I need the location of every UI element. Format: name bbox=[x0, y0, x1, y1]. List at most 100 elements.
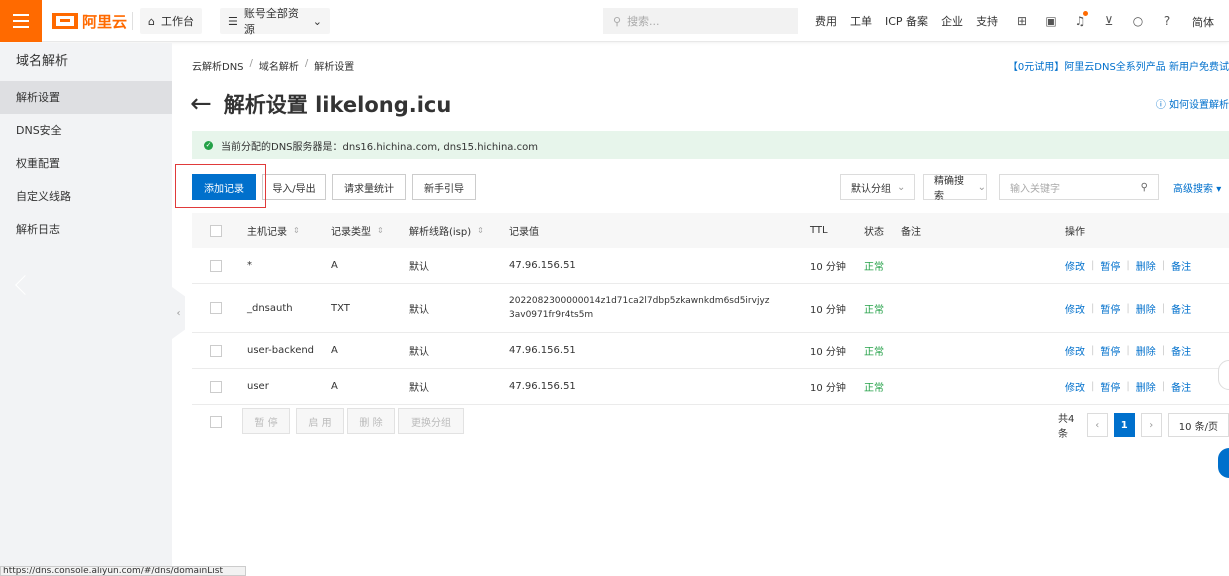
hamburger-menu-icon[interactable] bbox=[0, 0, 42, 42]
dns-server-banner: ✓ 当前分配的DNS服务器是：dns16.hichina.com, dns15.… bbox=[192, 131, 1229, 159]
bulk-select-checkbox[interactable] bbox=[210, 416, 222, 428]
pagination: 共4条 ‹ 1 › 10 条/页 bbox=[1058, 410, 1229, 440]
col-header-type[interactable]: 记录类型 ⇕ bbox=[331, 213, 384, 248]
col-header-remark: 备注 bbox=[901, 227, 921, 238]
link-billing[interactable]: 费用 bbox=[815, 13, 837, 29]
global-search-placeholder: 搜索... bbox=[627, 15, 660, 28]
link-support[interactable]: 支持 bbox=[976, 13, 998, 29]
advanced-search-label: 高级搜索 bbox=[1173, 184, 1213, 195]
cart-icon[interactable]: ⊻ bbox=[1101, 13, 1117, 29]
row-actions: 修改 | 暂停 | 删除 | 备注 bbox=[1065, 333, 1191, 368]
cloud-shell-icon[interactable]: ⊞ bbox=[1014, 13, 1030, 29]
breadcrumb-item-domain-resolution[interactable]: 域名解析 bbox=[259, 58, 299, 73]
cell-line: 默认 bbox=[409, 262, 429, 273]
page-size-select[interactable]: 10 条/页 bbox=[1167, 413, 1229, 437]
bulk-change-group-button[interactable]: 更换分组 bbox=[398, 408, 464, 434]
help-link-label: 如何设置解析 bbox=[1169, 100, 1229, 111]
remark-link[interactable]: 备注 bbox=[1171, 301, 1191, 316]
sidebar-item-custom-lines[interactable]: 自定义线路 bbox=[0, 180, 172, 213]
pause-link[interactable]: 暂停 bbox=[1100, 301, 1120, 316]
page-1-button[interactable]: 1 bbox=[1113, 413, 1135, 437]
aliyun-logo-mark-icon bbox=[52, 13, 78, 29]
global-search-input[interactable]: ⚲ 搜索... bbox=[603, 8, 798, 34]
import-export-button[interactable]: 导入/导出 bbox=[262, 174, 326, 200]
lightbulb-icon[interactable]: ○ bbox=[1130, 13, 1146, 29]
row-checkbox[interactable] bbox=[210, 344, 222, 357]
highlight-box bbox=[175, 164, 266, 208]
chevron-right-icon: › bbox=[1149, 419, 1154, 431]
advanced-search-link[interactable]: 高级搜索 ▾ bbox=[1173, 180, 1221, 195]
pause-link[interactable]: 暂停 bbox=[1100, 379, 1120, 394]
edit-link[interactable]: 修改 bbox=[1065, 258, 1085, 273]
next-page-button[interactable]: › bbox=[1140, 413, 1162, 437]
group-select[interactable]: 默认分组 ⌄ bbox=[840, 174, 915, 200]
search-icon[interactable]: ⚲ bbox=[1141, 182, 1148, 193]
divider: | bbox=[1161, 260, 1166, 271]
bulk-enable-button[interactable]: 启 用 bbox=[296, 408, 344, 434]
remark-link[interactable]: 备注 bbox=[1171, 343, 1191, 358]
search-mode-select[interactable]: 精确搜索 ⌄ bbox=[923, 174, 987, 202]
select-all-checkbox[interactable] bbox=[210, 224, 222, 237]
record-toolbar: 添加记录 导入/导出 请求量统计 新手引导 默认分组 ⌄ 精确搜索 ⌄ 输入关键… bbox=[192, 174, 1229, 202]
col-header-host[interactable]: 主机记录 ⇕ bbox=[247, 213, 300, 248]
table-row: user A 默认 47.96.156.51 10 分钟 正常 修改 | 暂停 | … bbox=[192, 369, 1229, 405]
chevron-down-icon: ⌄ bbox=[897, 181, 906, 193]
sidebar-item-resolution-settings[interactable]: 解析设置 bbox=[0, 81, 172, 114]
edit-link[interactable]: 修改 bbox=[1065, 343, 1085, 358]
divider: | bbox=[1091, 260, 1095, 271]
pause-link[interactable]: 暂停 bbox=[1100, 258, 1120, 273]
promo-link[interactable]: 【0元试用】阿里云DNS全系列产品 新用户免费试 bbox=[1008, 58, 1229, 73]
keyword-search-input[interactable]: 输入关键字 ⚲ bbox=[999, 174, 1159, 200]
beginner-guide-button[interactable]: 新手引导 bbox=[412, 174, 476, 200]
browser-status-url: https://dns.console.aliyun.com/#/dns/dom… bbox=[0, 566, 246, 576]
bulk-delete-button[interactable]: 删 除 bbox=[347, 408, 395, 434]
divider: | bbox=[1126, 381, 1130, 392]
edit-link[interactable]: 修改 bbox=[1065, 301, 1085, 316]
cell-host: user-backend bbox=[247, 345, 315, 356]
prev-page-button[interactable]: ‹ bbox=[1086, 413, 1108, 437]
cell-type: A bbox=[331, 260, 338, 271]
row-checkbox[interactable] bbox=[210, 259, 222, 272]
link-icp[interactable]: ICP 备案 bbox=[885, 13, 928, 29]
resource-selector[interactable]: ☰ 账号全部资源 ⌄ bbox=[220, 7, 330, 36]
link-ticket[interactable]: 工单 bbox=[850, 13, 872, 29]
breadcrumb-item-cloud-dns[interactable]: 云解析DNS bbox=[192, 58, 244, 73]
help-link[interactable]: ⓘ 如何设置解析 bbox=[1156, 96, 1229, 111]
delete-link[interactable]: 删除 bbox=[1136, 379, 1156, 394]
edit-link[interactable]: 修改 bbox=[1065, 379, 1085, 394]
language-switch[interactable]: 简体 bbox=[1192, 14, 1214, 30]
floating-widget[interactable] bbox=[1218, 360, 1229, 390]
cell-value-line2: 3av0971fr9r4ts5m bbox=[509, 310, 594, 320]
aliyun-logo[interactable]: 阿里云 bbox=[52, 9, 127, 33]
delete-link[interactable]: 删除 bbox=[1136, 258, 1156, 273]
col-header-line[interactable]: 解析线路(isp) ⇕ bbox=[409, 213, 484, 248]
back-arrow-icon[interactable]: ← bbox=[190, 91, 212, 117]
workbench-button[interactable]: ⌂ 工作台 bbox=[140, 8, 202, 34]
delete-link[interactable]: 删除 bbox=[1136, 343, 1156, 358]
row-checkbox[interactable] bbox=[210, 302, 222, 314]
row-checkbox[interactable] bbox=[210, 380, 222, 393]
cell-line: 默认 bbox=[409, 304, 429, 316]
breadcrumb-item-resolution-settings: 解析设置 bbox=[314, 62, 355, 73]
dns-server-text: 当前分配的DNS服务器是：dns16.hichina.com, dns15.hi… bbox=[221, 141, 538, 153]
sidebar-item-weight-config[interactable]: 权重配置 bbox=[0, 147, 172, 180]
cell-value: 47.96.156.51 bbox=[509, 381, 576, 392]
bell-icon[interactable]: ♫ bbox=[1072, 11, 1088, 29]
help-icon[interactable]: ? bbox=[1159, 13, 1175, 29]
request-stats-button[interactable]: 请求量统计 bbox=[332, 174, 406, 200]
terminal-icon[interactable]: ▣ bbox=[1043, 13, 1059, 29]
records-table: 主机记录 ⇕ 记录类型 ⇕ 解析线路(isp) ⇕ 记录值 TTL 状态 备注 操作 … bbox=[192, 213, 1229, 405]
link-enterprise[interactable]: 企业 bbox=[941, 13, 963, 29]
sidebar-item-dns-security[interactable]: DNS安全 bbox=[0, 114, 172, 147]
page-title: 解析设置 likelong.icu bbox=[223, 93, 452, 117]
remark-link[interactable]: 备注 bbox=[1171, 379, 1191, 394]
resource-selector-label: 账号全部资源 bbox=[243, 7, 299, 36]
remark-link[interactable]: 备注 bbox=[1171, 258, 1191, 273]
chevron-left-icon[interactable] bbox=[15, 275, 35, 295]
delete-link[interactable]: 删除 bbox=[1136, 301, 1156, 316]
floating-assistant-button[interactable] bbox=[1218, 448, 1229, 478]
sidebar-item-resolution-log[interactable]: 解析日志 bbox=[0, 213, 172, 246]
pause-link[interactable]: 暂停 bbox=[1100, 343, 1120, 358]
bulk-pause-button[interactable]: 暂 停 bbox=[242, 408, 290, 434]
table-row: * A 默认 47.96.156.51 10 分钟 正常 修改 | 暂停 | 删除 |… bbox=[192, 248, 1229, 284]
